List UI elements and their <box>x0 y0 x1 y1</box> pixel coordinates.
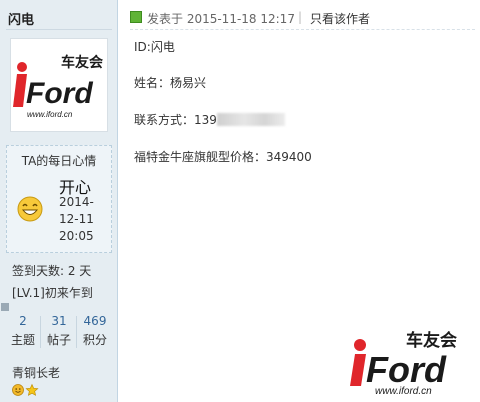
header-separator <box>130 29 475 30</box>
user-rank: 青铜长老 <box>12 366 61 380</box>
stat-threads[interactable]: 2 主题 <box>6 314 40 348</box>
post-status-icon <box>130 11 142 23</box>
smiley-badge-icon <box>12 384 24 396</box>
rank-badges <box>12 383 39 396</box>
post-line-name: 姓名：杨易兴 <box>134 76 207 90</box>
avatar-brand-text: 车友会 <box>61 54 104 70</box>
sign-in-days: 签到天数: 2 天 <box>12 264 92 278</box>
mood-title: TA的每日心情 <box>21 154 97 168</box>
star-badge-icon <box>25 383 39 396</box>
watermark-brand-text: 车友会 <box>406 330 457 350</box>
contact-text: 联系方式：139 <box>134 113 217 127</box>
divider <box>6 29 112 30</box>
online-status-icon <box>1 303 9 311</box>
iford-logo-avatar: 车友会 Ford www.iford.cn <box>13 41 105 129</box>
happy-face-icon <box>17 196 43 222</box>
iford-watermark-logo: 车友会 Ford www.iford.cn <box>350 330 457 396</box>
view-author-only-link[interactable]: 只看该作者 <box>310 10 370 27</box>
daily-mood-box: TA的每日心情 开心 2014- 12-11 20:05 <box>6 145 112 253</box>
stat-separator <box>76 316 77 348</box>
header-divider: | <box>298 10 303 24</box>
avatar-url-text: www.iford.cn <box>27 110 73 119</box>
post-line-contact: 联系方式：139 <box>134 111 285 128</box>
post-date: 发表于 2015-11-18 12:17 <box>147 12 295 26</box>
username[interactable]: 闪电 <box>8 9 34 28</box>
stat-posts[interactable]: 31 帖子 <box>42 314 76 348</box>
user-level[interactable]: [LV.1]初来乍到 <box>12 284 93 301</box>
blurred-phone-number <box>216 113 285 126</box>
watermark-logo-text: Ford <box>366 349 447 390</box>
user-sidebar: 闪电 车友会 Ford www.iford.cn TA的每日心情 开心 2014… <box>0 0 118 402</box>
watermark-url-text: www.iford.cn <box>375 386 432 396</box>
stat-separator <box>40 316 41 348</box>
post-line-id: ID:闪电 <box>134 40 175 54</box>
avatar-logo-text: Ford <box>26 77 93 110</box>
post-header: 发表于 2015-11-18 12:17 | 只看该作者 <box>130 9 470 27</box>
avatar[interactable]: 车友会 Ford www.iford.cn <box>10 38 108 132</box>
mood-date: 2014- 12-11 20:05 <box>59 195 94 243</box>
user-stats: 2 主题 31 帖子 469 积分 <box>6 314 112 350</box>
post-line-price: 福特金牛座旗舰型价格：349400 <box>134 150 312 164</box>
stat-points[interactable]: 469 积分 <box>78 314 112 348</box>
